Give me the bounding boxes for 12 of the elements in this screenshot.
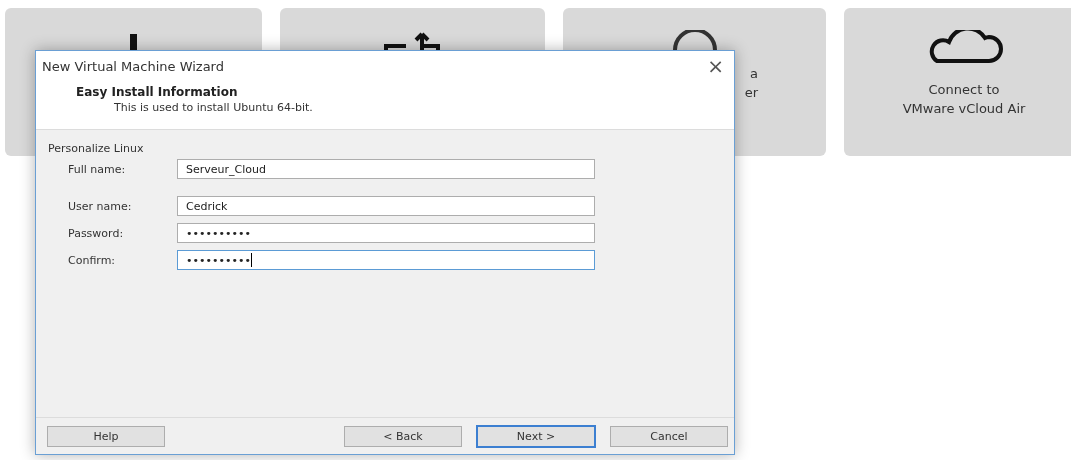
card-label: Connect to bbox=[928, 81, 1000, 99]
page-description: This is used to install Ubuntu 64-bit. bbox=[114, 101, 314, 114]
field-label: Confirm: bbox=[67, 253, 117, 267]
field-label: Password: bbox=[67, 226, 125, 240]
field-label: Full name: bbox=[67, 162, 127, 176]
card-label: VMware vCloud Air bbox=[902, 100, 1026, 118]
card-label: a bbox=[750, 65, 758, 83]
card-label: er bbox=[744, 84, 758, 102]
window-title: New Virtual Machine Wizard bbox=[42, 58, 224, 74]
field-label: User name: bbox=[67, 199, 133, 213]
page-heading: Easy Install Information bbox=[76, 85, 239, 99]
group-label: Personalize Linux bbox=[48, 142, 145, 155]
